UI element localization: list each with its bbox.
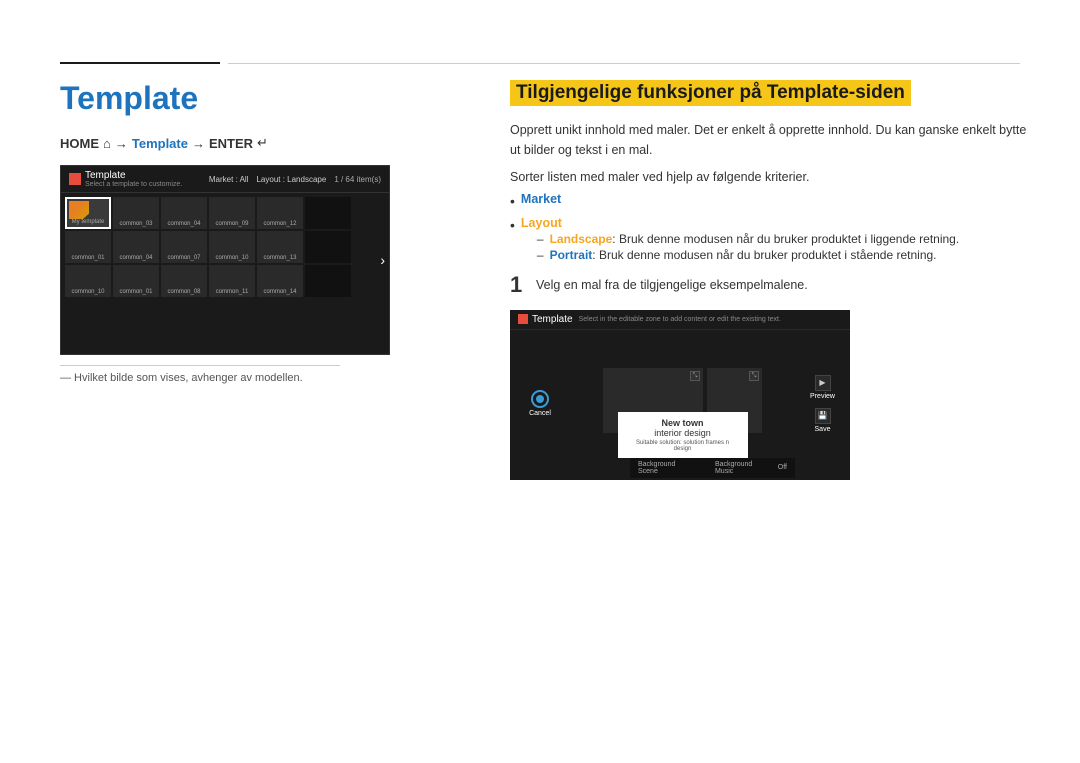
preview-subtitle: Select in the editable zone to add conte… [579, 316, 781, 323]
step-1: 1 Velg en mal fra de tilgjengelige eksem… [510, 274, 1040, 296]
preview-header: Template Select in the editable zone to … [510, 310, 850, 330]
template-ui-title: Template Select a template to customize. [69, 170, 182, 188]
template-cell[interactable]: common_03 [113, 197, 159, 229]
template-preview-ui: Template Select in the editable zone to … [510, 310, 850, 480]
template-cell-more [305, 265, 351, 297]
portrait-label: Portrait [550, 248, 593, 262]
preview-left-panel: Cancel [510, 330, 570, 478]
breadcrumb-arrow2: → [192, 136, 205, 151]
template-cell[interactable]: common_09 [209, 197, 255, 229]
preview-center: ⤡ ⤡ New town interior design Suitable so… [570, 330, 795, 478]
top-line-accent [60, 62, 220, 64]
step-text: Velg en mal fra de tilgjengelige eksempe… [536, 278, 808, 292]
sub-bullet-portrait: – Portrait: Bruk denne modusen når du br… [537, 248, 959, 262]
preview-title-text: Template [532, 314, 573, 325]
preview-body: Cancel ⤡ ⤡ New town interior design Suit… [510, 330, 850, 478]
top-line-separator [228, 63, 1020, 64]
cancel-label: Cancel [529, 410, 551, 417]
template-icon-box [69, 173, 81, 185]
home-icon: ⌂ [103, 136, 111, 151]
bottom-bar-bg-scene: Background Scene [638, 461, 695, 475]
template-ui-subtitle: Select a template to customize. [85, 181, 182, 188]
save-icon: 💾 [815, 408, 831, 424]
page-title: Template [60, 80, 480, 117]
landscape-text: : Bruk denne modusen når du bruker produ… [612, 232, 959, 246]
template-row-2: common_01 common_04 common_07 common_10 … [65, 231, 385, 263]
template-ui-header: Template Select a template to customize.… [61, 166, 389, 193]
template-cell[interactable]: common_10 [209, 231, 255, 263]
template-cell[interactable]: common_14 [257, 265, 303, 297]
breadcrumb-home: HOME [60, 136, 99, 151]
template-cell[interactable]: common_10 [65, 265, 111, 297]
breadcrumb-template: Template [132, 136, 188, 151]
sort-text: Sorter listen med maler ved hjelp av føl… [510, 170, 1040, 184]
filter-layout: Layout : Landscape [256, 175, 326, 184]
sub-bullet-landscape: – Landscape: Bruk denne modusen når du b… [537, 232, 959, 246]
preview-button[interactable]: ▶ Preview [810, 375, 835, 400]
template-cell[interactable]: common_01 [65, 231, 111, 263]
template-cell[interactable]: common_01 [113, 265, 159, 297]
footnote: ― Hvilket bilde som vises, avhenger av m… [60, 372, 480, 384]
left-column: Template HOME ⌂ → Template → ENTER ↵ Tem… [60, 80, 480, 384]
bullet-layout-label: Layout [521, 216, 562, 230]
template-filters: Market : All Layout : Landscape 1 / 64 i… [209, 175, 381, 184]
template-cell-more [305, 197, 351, 229]
enter-icon: ↵ [257, 135, 268, 151]
my-template-icon [69, 201, 89, 219]
bullet-list: • Market • Layout – Landscape: Bruk denn… [510, 192, 1040, 264]
template-cell[interactable]: common_11 [209, 265, 255, 297]
filter-market: Market : All [209, 175, 249, 184]
portrait-text: : Bruk denne modusen når du bruker produ… [592, 248, 936, 262]
template-cell[interactable]: common_08 [161, 265, 207, 297]
cancel-inner-circle [536, 395, 544, 403]
template-cell-my-template[interactable]: My template [65, 197, 111, 229]
overlay-subtitle: interior design [628, 428, 738, 438]
bullet-market-label: Market [521, 192, 561, 206]
preview-icon: ▶ [815, 375, 831, 391]
preview-right-panel: ▶ Preview 💾 Save [795, 330, 850, 478]
template-count: 1 / 64 item(s) [334, 175, 381, 184]
landscape-label: Landscape [550, 232, 613, 246]
preview-bottom-bar: Background Scene Background Music Off [630, 458, 795, 478]
template-cell-more [305, 231, 351, 263]
breadcrumb-arrow1: → [115, 136, 128, 151]
template-row-1: My template common_03 common_04 common_0… [65, 197, 385, 229]
preview-cancel-button[interactable]: Cancel [529, 390, 551, 417]
screen-zoom-icon-2: ⤡ [749, 371, 759, 381]
template-cell[interactable]: common_04 [113, 231, 159, 263]
bottom-bar-bg-music: Background Music Off [715, 461, 787, 475]
cancel-icon [531, 390, 549, 408]
top-lines [60, 62, 1020, 64]
template-ui-title-text: Template [85, 170, 182, 181]
preview-template-icon [518, 314, 528, 324]
template-row-3: common_10 common_01 common_08 common_11 … [65, 265, 385, 297]
next-arrow[interactable]: › [380, 252, 385, 268]
template-cell[interactable]: common_13 [257, 231, 303, 263]
right-column: Tilgjengelige funksjoner på Template-sid… [510, 80, 1040, 480]
template-grid: My template common_03 common_04 common_0… [61, 193, 389, 301]
bullet-market: • Market [510, 192, 1040, 212]
step-number: 1 [510, 274, 526, 296]
bullet-layout: • Layout – Landscape: Bruk denne modusen… [510, 216, 1040, 264]
overlay-small-text: Suitable solution: solution frames n des… [628, 440, 738, 452]
description-text: Opprett unikt innhold med maler. Det er … [510, 120, 1040, 160]
divider [60, 365, 340, 366]
template-cell[interactable]: common_12 [257, 197, 303, 229]
preview-label: Preview [810, 393, 835, 400]
save-button[interactable]: 💾 Save [815, 408, 831, 433]
breadcrumb-enter: ENTER [209, 136, 253, 151]
template-cell[interactable]: common_07 [161, 231, 207, 263]
save-label: Save [815, 426, 831, 433]
breadcrumb: HOME ⌂ → Template → ENTER ↵ [60, 135, 480, 151]
section-title: Tilgjengelige funksjoner på Template-sid… [510, 80, 911, 106]
screen-zoom-icon: ⤡ [690, 371, 700, 381]
text-overlay-box: New town interior design Suitable soluti… [618, 412, 748, 458]
overlay-title: New town [628, 418, 738, 428]
template-ui-screenshot: Template Select a template to customize.… [60, 165, 390, 355]
sub-bullet-list: – Landscape: Bruk denne modusen når du b… [537, 232, 959, 262]
template-cell[interactable]: common_04 [161, 197, 207, 229]
